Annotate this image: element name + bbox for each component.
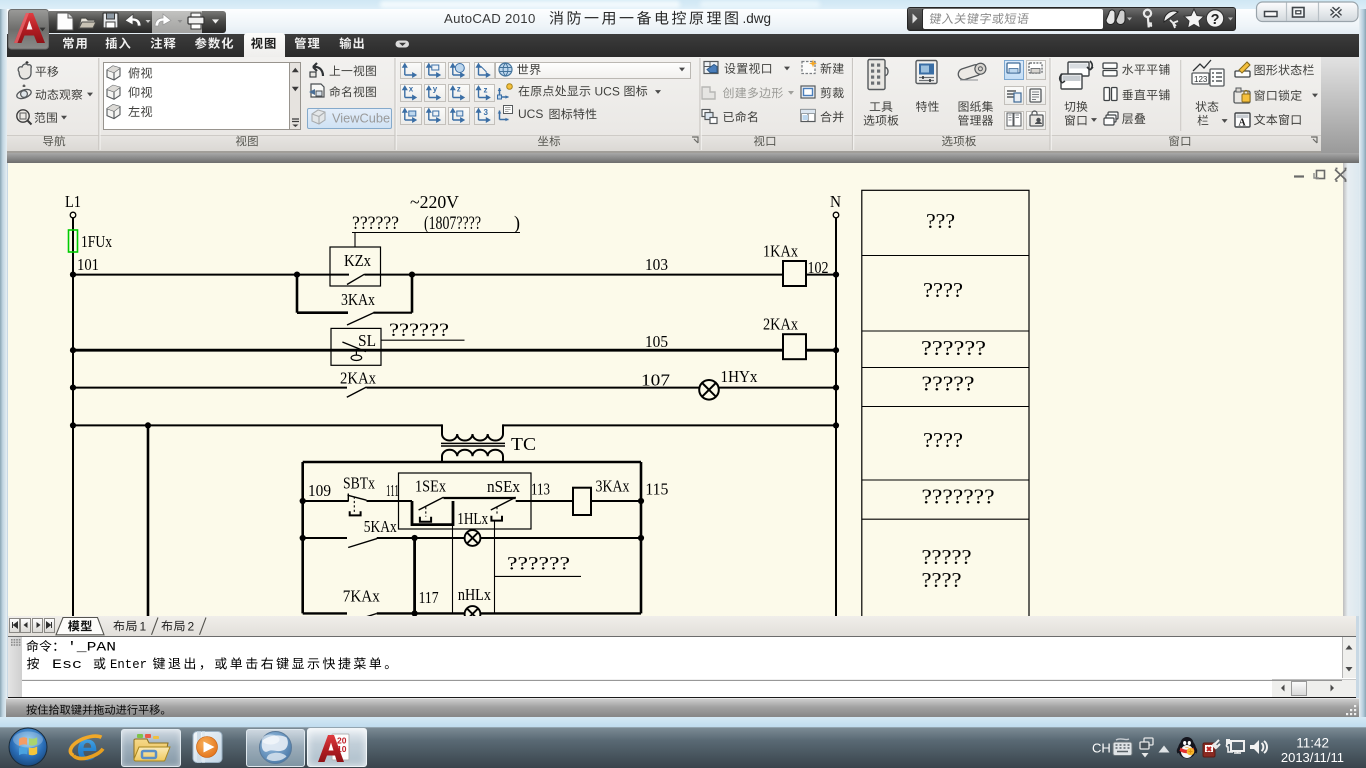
svg-text:CH: CH (1092, 741, 1111, 756)
svg-text:z: z (484, 86, 488, 95)
svg-text:105: 105 (645, 332, 668, 351)
svg-text:1KAx: 1KAx (763, 242, 798, 261)
svg-text:2: 2 (188, 619, 195, 633)
svg-text:?: ? (1211, 12, 1220, 28)
svg-text:1: 1 (140, 619, 147, 633)
svg-text:115: 115 (645, 480, 668, 499)
svg-text:????: ???? (923, 428, 963, 452)
svg-text:x: x (409, 85, 414, 94)
svg-text:y: y (433, 85, 438, 94)
svg-text:(1807????: (1807???? (424, 213, 481, 234)
svg-text:?????: ????? (922, 372, 975, 396)
svg-text:???????: ??????? (922, 485, 995, 509)
svg-text:nHLx: nHLx (458, 585, 491, 604)
svg-text:??????: ?????? (507, 554, 570, 575)
svg-text:TC: TC (511, 434, 536, 454)
svg-text:SBTx: SBTx (343, 474, 375, 493)
svg-text:????: ???? (923, 278, 963, 302)
svg-text:2013/11/11: 2013/11/11 (1281, 750, 1344, 765)
svg-text:?????: ????? (922, 545, 972, 569)
svg-text:??????: ?????? (921, 336, 986, 360)
svg-text:z: z (457, 85, 461, 94)
svg-text:e: e (76, 727, 97, 768)
svg-text:102: 102 (808, 258, 829, 277)
svg-text:103: 103 (645, 255, 668, 274)
svg-text:3KAx: 3KAx (341, 290, 375, 309)
svg-text:.dwg: .dwg (743, 11, 772, 26)
svg-text:ViewCube: ViewCube (332, 111, 390, 126)
svg-text:????: ???? (922, 568, 962, 592)
svg-text:??????: ?????? (389, 320, 449, 341)
svg-text:SL: SL (358, 331, 376, 350)
svg-text:109: 109 (308, 481, 331, 500)
svg-text:KZx: KZx (344, 251, 371, 270)
svg-text:UCS: UCS (518, 107, 543, 121)
svg-text:3: 3 (484, 108, 489, 117)
svg-text:UCS: UCS (595, 84, 620, 98)
svg-text:1SEx: 1SEx (415, 477, 446, 496)
svg-text:Enter: Enter (110, 657, 147, 672)
svg-text:2KAx: 2KAx (340, 369, 376, 388)
svg-text:1HYx: 1HYx (721, 367, 758, 386)
svg-text:107: 107 (641, 371, 671, 390)
svg-text:5KAx: 5KAx (364, 517, 397, 536)
svg-text:L1: L1 (65, 192, 81, 211)
svg-text:117: 117 (419, 588, 439, 607)
svg-text:'_PAN: '_PAN (67, 640, 116, 655)
svg-text:AutoCAD 2010: AutoCAD 2010 (444, 11, 536, 26)
svg-text:3KAx: 3KAx (596, 477, 630, 496)
svg-text:111: 111 (386, 481, 399, 500)
svg-text:1HLx: 1HLx (457, 509, 488, 528)
svg-text:1FUx: 1FUx (81, 232, 112, 251)
svg-text:101: 101 (77, 255, 99, 274)
svg-text:113: 113 (531, 480, 550, 499)
svg-text:nSEx: nSEx (487, 477, 520, 496)
svg-text:A: A (1239, 118, 1247, 129)
svg-text:???: ??? (926, 209, 955, 233)
svg-text:): ) (514, 213, 520, 234)
svg-text:N: N (830, 192, 841, 211)
svg-text:2KAx: 2KAx (763, 315, 798, 334)
svg-text:7KAx: 7KAx (343, 587, 380, 606)
svg-text:11:42: 11:42 (1296, 736, 1329, 751)
svg-text:123: 123 (1194, 75, 1208, 84)
svg-text:Esc: Esc (52, 657, 82, 672)
svg-text:~220V: ~220V (410, 192, 459, 212)
svg-text:??????: ?????? (352, 213, 399, 234)
